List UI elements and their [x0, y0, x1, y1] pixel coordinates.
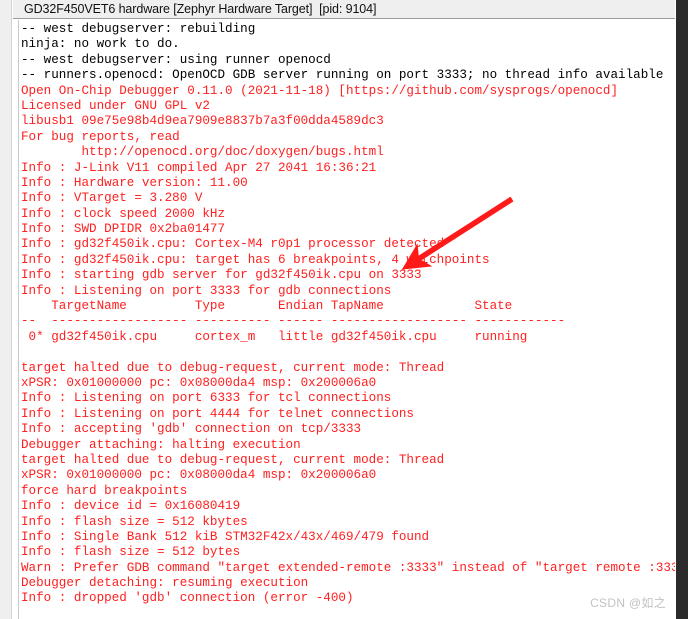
console-line: -- west debugserver: using runner openoc…: [21, 52, 331, 67]
csdn-watermark: CSDN @如之: [590, 596, 666, 610]
console-line: 0* gd32f450ik.cpu cortex_m little gd32f4…: [21, 329, 528, 344]
console-line: Licensed under GNU GPL v2: [21, 98, 210, 113]
console-line: Info : device id = 0x16080419: [21, 499, 241, 514]
console-line: Info : clock speed 2000 kHz: [21, 206, 226, 221]
window-right-rail: [676, 0, 688, 619]
console-line: http://openocd.org/doc/doxygen/bugs.html: [21, 145, 384, 160]
console-line: Debugger detaching: resuming execution: [21, 576, 309, 591]
console-line: Info : Listening on port 3333 for gdb co…: [21, 283, 392, 298]
console-line: Debugger attaching: halting execution: [21, 437, 301, 452]
console-line: target halted due to debug-request, curr…: [21, 452, 445, 467]
console-line: Open On-Chip Debugger 0.11.0 (2021-11-18…: [21, 83, 619, 98]
console-line: Info : Listening on port 4444 for telnet…: [21, 406, 414, 421]
console-line: xPSR: 0x01000000 pc: 0x08000da4 msp: 0x2…: [21, 375, 377, 390]
console-line: Info : Hardware version: 11.00: [21, 175, 248, 190]
console-titlebar: GD32F450VET6 hardware [Zephyr Hardware T…: [13, 0, 675, 19]
window-left-rail: [0, 0, 12, 619]
console-line: Info : flash size = 512 bytes: [21, 545, 241, 560]
console-line: -- west debugserver: rebuilding: [21, 22, 256, 36]
console-line: target halted due to debug-request, curr…: [21, 360, 445, 375]
console-line: Info : dropped 'gdb' connection (error -…: [21, 591, 354, 606]
console-line: -- ------------------ ---------- ------ …: [21, 314, 566, 329]
console-line-list: -- west debugserver: rebuilding ninja: no…: [21, 22, 675, 607]
window-title: GD32F450VET6 hardware [Zephyr Hardware T…: [24, 2, 377, 16]
console-line: Info : gd32f450ik.cpu: Cortex-M4 r0p1 pr…: [21, 237, 445, 252]
console-line: Info : gd32f450ik.cpu: target has 6 brea…: [21, 252, 490, 267]
console-line: Info : SWD DPIDR 0x2ba01477: [21, 222, 226, 237]
console-line: For bug reports, read: [21, 129, 180, 144]
console-line: Warn : Prefer GDB command "target extend…: [21, 560, 675, 575]
console-output-panel[interactable]: -- west debugserver: rebuilding ninja: no…: [13, 20, 675, 619]
console-line: libusb1 09e75e98b4d9ea7909e8837b7a3f00dd…: [21, 114, 384, 129]
console-line: xPSR: 0x01000000 pc: 0x08000da4 msp: 0x2…: [21, 468, 377, 483]
console-line: Info : Single Bank 512 kiB STM32F42x/43x…: [21, 529, 430, 544]
console-line: force hard breakpoints: [21, 483, 188, 498]
console-line: ninja: no work to do.: [21, 37, 180, 52]
console-gutter: [13, 20, 19, 619]
console-line: Info : J-Link V11 compiled Apr 27 2041 1…: [21, 160, 377, 175]
console-line: Info : accepting 'gdb' connection on tcp…: [21, 422, 362, 437]
console-line: TargetName Type Endian TapName State: [21, 299, 566, 314]
console-line: Info : VTarget = 3.280 V: [21, 191, 203, 206]
console-line: Info : flash size = 512 kbytes: [21, 514, 248, 529]
debug-console-window: GD32F450VET6 hardware [Zephyr Hardware T…: [0, 0, 688, 619]
console-line: -- runners.openocd: OpenOCD GDB server r…: [21, 68, 664, 83]
console-line: Info : starting gdb server for gd32f450i…: [21, 268, 422, 283]
console-line: Info : Listening on port 6333 for tcl co…: [21, 391, 392, 406]
